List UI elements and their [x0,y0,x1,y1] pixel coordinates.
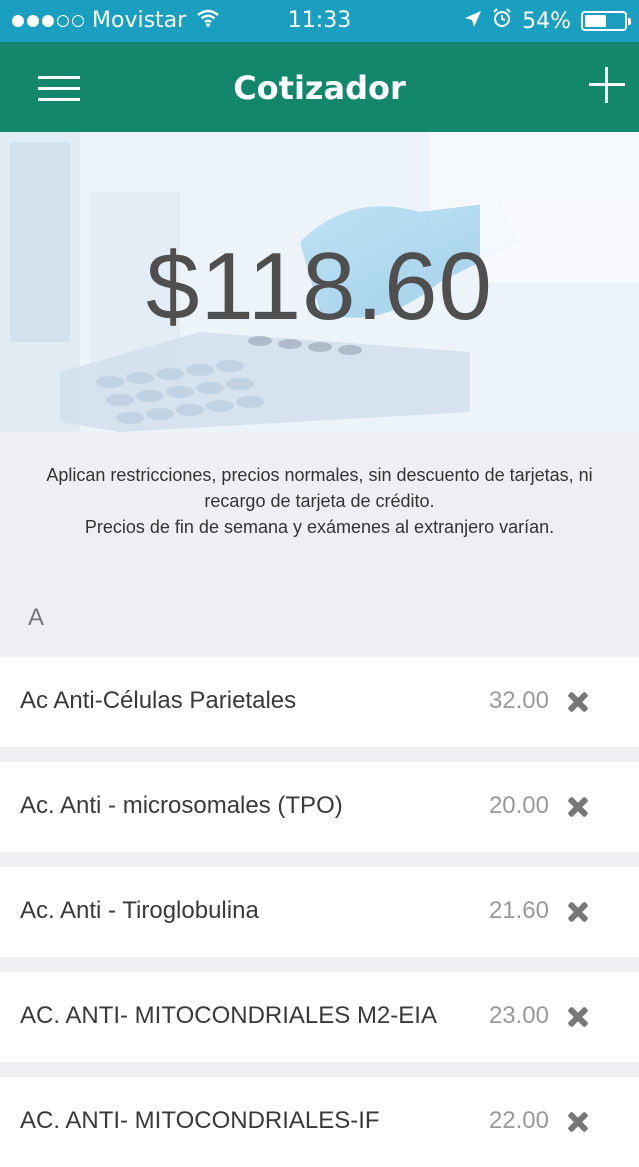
location-arrow-icon [464,9,482,34]
battery-icon [581,11,631,31]
item-name: Ac Anti-Células Parietales [20,687,297,714]
remove-icon[interactable] [567,691,589,713]
disclaimer-line: recargo de tarjeta de crédito. [204,491,435,511]
battery-fill [585,15,606,27]
item-name: Ac. Anti - Tiroglobulina [20,897,259,924]
item-price: 21.60 [488,897,549,924]
list-item[interactable]: Ac. Anti - Tiroglobulina 21.60 [0,867,639,957]
navigation-bar: Cotizador [0,42,639,132]
disclaimer-line: Aplican restricciones, precios normales,… [46,465,593,485]
disclaimer-text: Aplican restricciones, precios normales,… [0,462,639,540]
list-item[interactable]: Ac. Anti - microsomales (TPO) 20.00 [0,762,639,852]
add-plus-icon[interactable] [589,67,625,103]
item-price: 32.00 [488,687,549,714]
status-right: 54% [464,8,631,34]
status-bar: Movistar 11:33 54% [0,0,639,42]
list-item[interactable]: Ac Anti-Células Parietales 32.00 [0,657,639,747]
item-name: AC. ANTI- MITOCONDRIALES M2-EIA [20,1002,437,1029]
remove-icon[interactable] [567,1006,589,1028]
list-item[interactable]: AC. ANTI- MITOCONDRIALES-IF 22.00 [0,1077,639,1167]
list-item[interactable]: AC. ANTI- MITOCONDRIALES M2-EIA 23.00 [0,972,639,1062]
item-name: AC. ANTI- MITOCONDRIALES-IF [20,1107,380,1134]
total-price: $118.60 [146,233,493,340]
item-price: 20.00 [488,792,549,819]
item-price: 23.00 [488,1002,549,1029]
battery-percentage: 54% [522,8,571,34]
remove-icon[interactable] [567,1111,589,1133]
item-price: 22.00 [488,1107,549,1134]
alarm-icon [492,8,512,34]
section-header-letter: A [28,604,45,631]
remove-icon[interactable] [567,796,589,818]
disclaimer-line: Precios de fin de semana y exámenes al e… [84,517,555,537]
page-title: Cotizador [233,69,406,107]
hero-banner: $118.60 [0,132,639,432]
remove-icon[interactable] [567,901,589,923]
item-name: Ac. Anti - microsomales (TPO) [20,792,343,819]
